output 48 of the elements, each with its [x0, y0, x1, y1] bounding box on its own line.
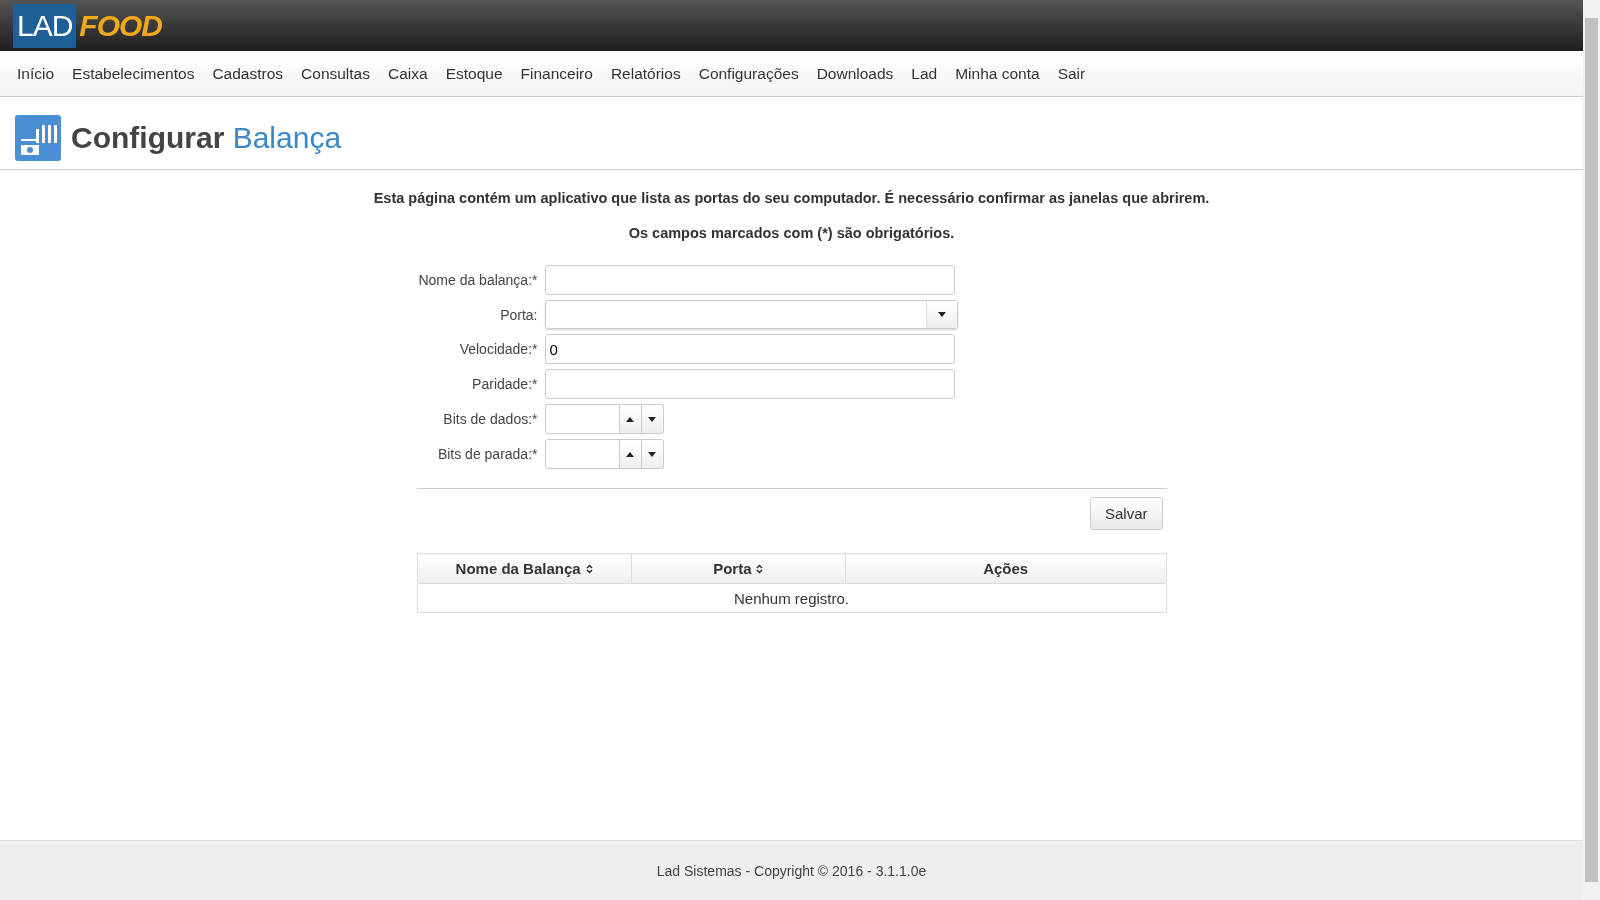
- save-button[interactable]: Salvar: [1089, 497, 1163, 530]
- up-arrow-icon: [626, 416, 634, 422]
- nav-link[interactable]: Downloads: [807, 64, 903, 83]
- number-field[interactable]: [544, 404, 620, 434]
- dropdown-field[interactable]: [544, 300, 958, 329]
- caret-icon: [937, 312, 946, 317]
- column-header[interactable]: Nome da Balança: [417, 553, 632, 584]
- text-field[interactable]: 0: [544, 334, 955, 364]
- nav-link[interactable]: Cadastros: [203, 64, 293, 83]
- nav-link[interactable]: Minha conta: [946, 64, 1049, 83]
- field-label: Velocidade:*: [458, 341, 538, 357]
- nav-link[interactable]: Lad: [902, 64, 947, 83]
- nav-link[interactable]: Configurações: [689, 64, 808, 83]
- nav-link[interactable]: Financeiro: [511, 64, 602, 83]
- decrement-button[interactable]: [641, 439, 664, 469]
- increment-button[interactable]: [619, 404, 642, 434]
- footer-text: Lad Sistemas - Copyright © 2016 - 3.1.1.0e: [656, 862, 927, 879]
- sort-icon: [585, 564, 593, 574]
- decrement-button[interactable]: [641, 404, 664, 434]
- increment-button[interactable]: [619, 439, 642, 469]
- nav-link[interactable]: Sair: [1048, 64, 1095, 83]
- nav-link[interactable]: Consultas: [292, 64, 379, 83]
- number-field[interactable]: [544, 439, 620, 469]
- field-label: Nome da balança:*: [417, 272, 538, 288]
- nav-link[interactable]: Estoque: [436, 64, 512, 83]
- page-title: Configurar Balança: [71, 121, 342, 155]
- required-note: Os campos marcados com (*) são obrigatórios.: [627, 225, 956, 241]
- text-field[interactable]: [544, 265, 955, 295]
- scrollbar[interactable]: [1583, 0, 1600, 900]
- column-header: Ações: [845, 553, 1166, 584]
- column-header[interactable]: Porta: [631, 553, 846, 584]
- field-label: Paridade:*: [471, 376, 538, 392]
- down-arrow-icon: [648, 451, 656, 457]
- nav-link[interactable]: Caixa: [379, 64, 437, 83]
- down-arrow-icon: [648, 416, 656, 422]
- text-field[interactable]: [544, 369, 955, 399]
- scale-icon: [15, 115, 61, 161]
- nav-link[interactable]: Relatórios: [601, 64, 690, 83]
- sort-icon: [756, 564, 764, 574]
- logo[interactable]: LAD FOOD: [13, 4, 163, 48]
- intro-text: Esta página contém um aplicativo que lista as portas do seu computador. É necessário confirmar as janelas que abrirem.: [372, 190, 1211, 206]
- field-label: Porta:: [499, 306, 538, 323]
- nav-link[interactable]: Estabelecimentos: [63, 64, 204, 83]
- empty-message: Nenhum registro.: [417, 583, 1166, 613]
- field-label: Bits de dados:*: [442, 411, 538, 427]
- field-label: Bits de parada:*: [436, 446, 538, 462]
- nav-link[interactable]: Início: [8, 64, 64, 83]
- up-arrow-icon: [626, 451, 634, 457]
